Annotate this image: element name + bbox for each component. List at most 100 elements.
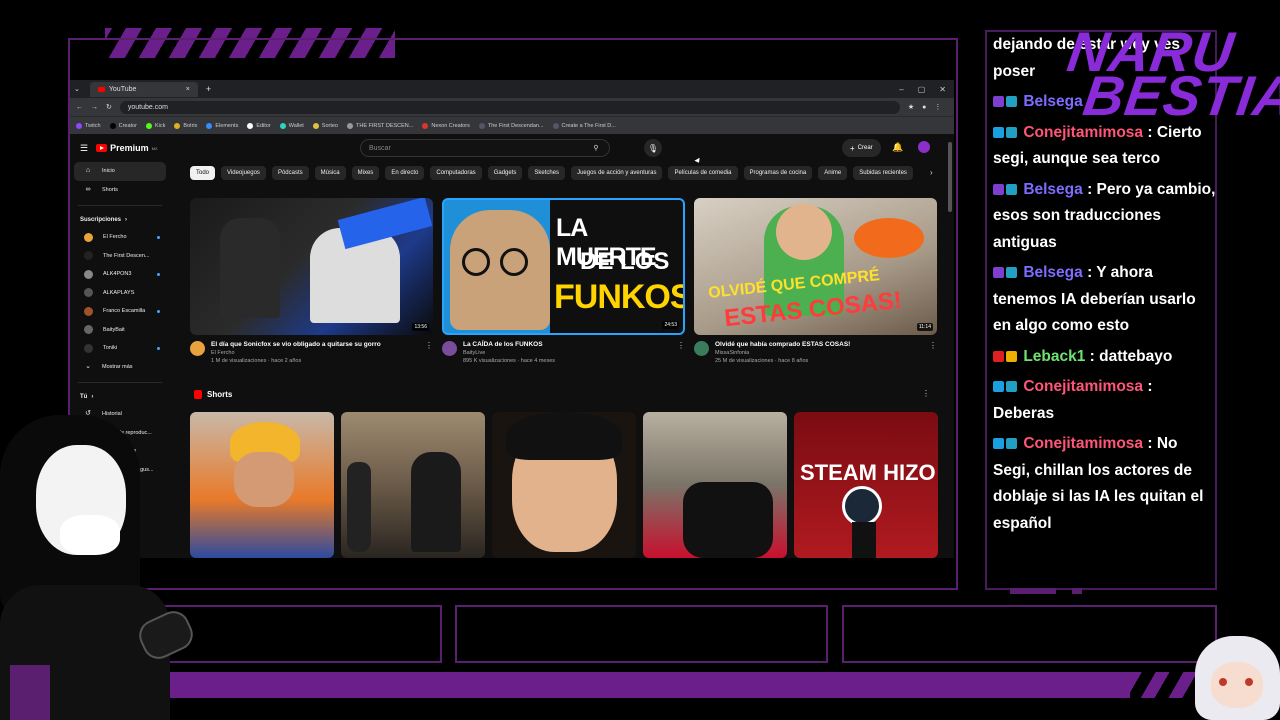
bookmark-item[interactable]: THE FIRST DESCEN... — [347, 122, 413, 129]
sidebar-item-home[interactable]: ⌂ Inicio — [74, 162, 166, 181]
new-tab-button[interactable]: + — [206, 84, 211, 94]
video-card[interactable]: OLVIDÉ QUE COMPRÉ ESTAS COSAS! 11:14 Olv… — [694, 198, 937, 365]
short-thumbnail[interactable] — [341, 412, 485, 558]
filter-chip[interactable]: Música — [314, 166, 346, 180]
bookmark-item[interactable]: Editor — [247, 122, 271, 129]
video-thumbnail[interactable]: LA MUERTE DE LOS FUNKOS 24:53 — [442, 198, 685, 335]
chat-username[interactable]: Leback1 — [1023, 348, 1085, 365]
close-icon[interactable]: ✕ — [939, 85, 946, 94]
bookmark-item[interactable]: Kick — [145, 122, 165, 129]
more-options-icon[interactable]: ⋮ — [425, 341, 433, 365]
chat-username[interactable]: Conejitamimosa — [1023, 378, 1143, 395]
bookmark-item[interactable]: Create a The First D... — [552, 122, 616, 129]
tab-youtube[interactable]: YouTube × — [89, 81, 198, 97]
restore-icon[interactable]: ▢ — [918, 85, 926, 94]
video-title[interactable]: Olvidé que había comprado ESTAS COSAS! — [715, 341, 850, 349]
back-icon[interactable]: ← — [76, 104, 83, 111]
video-channel[interactable]: MissaSinfonia — [715, 349, 850, 357]
search-input[interactable]: Buscar ⚲ — [360, 139, 610, 157]
menu-icon[interactable]: ⋮ — [934, 103, 941, 111]
video-channel[interactable]: El Fercho — [211, 349, 381, 357]
bookmark-item[interactable]: Wallet — [279, 122, 304, 129]
chevron-right-icon[interactable]: › — [930, 168, 933, 177]
sidebar-subs-header[interactable]: Suscripciones › — [70, 212, 170, 228]
chat-badge-icon — [993, 183, 1004, 195]
bookmark-item[interactable]: Twitch — [76, 122, 101, 129]
url-field[interactable]: youtube.com — [119, 100, 900, 114]
sidebar-show-more[interactable]: ⌄ Mostrar más — [74, 358, 166, 377]
bookmark-item[interactable]: Nexon Creators — [422, 122, 470, 129]
avatar[interactable] — [918, 141, 930, 153]
more-options-icon[interactable]: ⋮ — [677, 341, 685, 365]
search-icon[interactable]: ⚲ — [583, 140, 609, 156]
video-channel[interactable]: BaityLive — [463, 349, 555, 357]
sidebar-item-subscription[interactable]: The First Descen... — [74, 247, 166, 266]
filter-chip[interactable]: Mixes — [351, 166, 380, 180]
minimize-icon[interactable]: – — [899, 85, 903, 94]
filter-chip[interactable]: Anime — [818, 166, 848, 180]
bookmark-item[interactable]: Botrix — [174, 122, 197, 129]
filter-chip[interactable]: Sketches — [528, 166, 566, 180]
filter-chip[interactable]: Computadoras — [430, 166, 482, 180]
bookmark-item[interactable]: Creator — [109, 122, 137, 129]
bell-icon[interactable]: 🔔 — [892, 142, 903, 153]
tab-search-icon[interactable]: ⌄ — [74, 85, 80, 93]
sidebar-item-subscription[interactable]: BaityBait — [74, 321, 166, 340]
channel-avatar[interactable] — [442, 341, 457, 356]
filter-chip[interactable]: En directo — [385, 166, 425, 180]
shorts-label: Shorts — [207, 390, 233, 399]
sidebar-item-subscription[interactable]: ALKAPLAYS — [74, 284, 166, 303]
channel-avatar[interactable] — [694, 341, 709, 356]
video-card[interactable]: LA MUERTE DE LOS FUNKOS 24:53 La CAÍDA d… — [442, 198, 685, 365]
more-options-icon[interactable]: ⋮ — [922, 389, 930, 398]
sidebar-item-subscription[interactable]: ALK4PON3 — [74, 265, 166, 284]
scrollbar[interactable] — [948, 142, 952, 212]
filter-chip[interactable]: Subidas recientes — [853, 166, 913, 180]
bookmark-item[interactable]: The First Descendan... — [478, 122, 544, 129]
filter-chip[interactable]: Juegos de acción y aventuras — [571, 166, 663, 180]
filter-chip[interactable]: Programas de cocina — [743, 166, 813, 180]
bookmark-star-icon[interactable]: ★ — [908, 103, 914, 111]
mic-icon[interactable]: 🎙 — [644, 139, 662, 157]
search-placeholder: Buscar — [369, 144, 391, 152]
hamburger-menu-icon[interactable]: ☰ — [80, 143, 88, 154]
sidebar-you-header[interactable]: Tú › — [70, 389, 170, 405]
sidebar-item-subscription[interactable]: El Fercho — [74, 228, 166, 247]
sidebar-item-subscription[interactable]: Toniki — [74, 339, 166, 358]
short-thumbnail[interactable]: STEAM HIZO — [794, 412, 938, 558]
filter-chip[interactable]: Películas de comedia — [668, 166, 738, 180]
forward-icon[interactable]: → — [91, 104, 98, 111]
sidebar-item-subscription[interactable]: Franco Escamilla — [74, 302, 166, 321]
tab-close-icon[interactable]: × — [186, 86, 190, 93]
chat-username[interactable]: Belsega — [1023, 181, 1082, 198]
more-options-icon[interactable]: ⋮ — [929, 341, 937, 365]
thumbnail-text: FUNKOS — [554, 278, 685, 316]
video-card[interactable]: 13:56 El día que Sonicfox se vio obligad… — [190, 198, 433, 365]
short-thumbnail[interactable] — [643, 412, 787, 558]
chat-username[interactable]: Conejitamimosa — [1023, 435, 1143, 452]
filter-chip[interactable]: Pódcasts — [271, 166, 309, 180]
logo-text: Premium — [110, 143, 149, 153]
sidebar-item-shorts[interactable]: ∞ Shorts — [74, 181, 166, 200]
profile-icon[interactable]: ● — [922, 104, 926, 111]
you-header-label: Tú — [80, 394, 88, 400]
reload-icon[interactable]: ↻ — [106, 103, 112, 111]
filter-chip[interactable]: Todo — [190, 166, 216, 180]
new-content-dot — [157, 272, 160, 276]
channel-avatar[interactable] — [190, 341, 205, 356]
bookmark-favicon-icon — [279, 122, 286, 129]
bookmark-item[interactable]: Sorteo — [312, 122, 338, 129]
bookmark-item[interactable]: Elements — [206, 122, 238, 129]
filter-chip[interactable]: Gadgets — [487, 166, 523, 180]
video-thumbnail[interactable]: OLVIDÉ QUE COMPRÉ ESTAS COSAS! 11:14 — [694, 198, 937, 335]
filter-chip[interactable]: Videojuegos — [221, 166, 266, 180]
video-thumbnail[interactable]: 13:56 — [190, 198, 433, 335]
video-title[interactable]: El día que Sonicfox se vio obligado a qu… — [211, 341, 381, 349]
create-button[interactable]: + Crear — [842, 139, 881, 157]
short-thumbnail[interactable] — [190, 412, 334, 558]
short-thumbnail[interactable] — [492, 412, 636, 558]
chat-username[interactable]: Belsega — [1023, 264, 1082, 281]
video-title[interactable]: La CAÍDA de los FUNKOS — [463, 341, 555, 349]
video-stats: 25 M de visualizaciones · hace 8 años — [715, 358, 809, 364]
youtube-logo[interactable]: Premium MX — [96, 143, 158, 153]
